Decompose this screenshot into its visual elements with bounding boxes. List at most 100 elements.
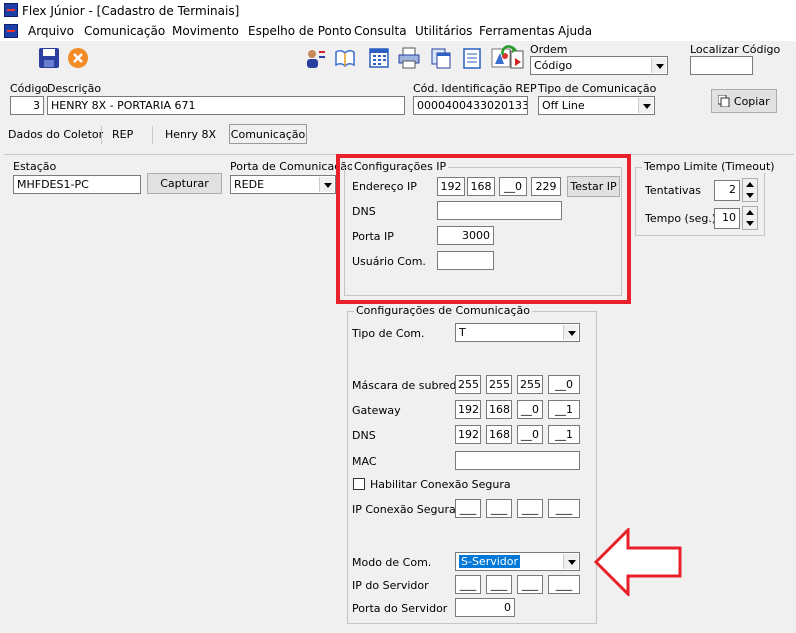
title-bar: Flex Júnior - [Cadastro de Terminais] xyxy=(0,0,796,22)
estacao-label: Estação xyxy=(13,160,57,173)
tipo-com-value: Off Line xyxy=(542,99,585,112)
ip-servidor-octet-3[interactable]: ___ xyxy=(517,575,543,594)
capturar-button[interactable]: Capturar xyxy=(147,173,222,194)
descricao-input[interactable]: HENRY 8X - PORTARIA 671 xyxy=(47,96,405,115)
ip-servidor-label: IP do Servidor xyxy=(352,579,429,592)
save-icon[interactable] xyxy=(38,47,60,69)
ip-seguro-octet-2[interactable]: ___ xyxy=(486,499,512,518)
ordem-label: Ordem xyxy=(530,43,568,56)
codigo-label: Código xyxy=(10,82,49,95)
tab-comunicacao[interactable]: Comunicação xyxy=(229,124,307,144)
modo-com-select[interactable]: S-Servidor xyxy=(455,552,580,571)
ip-seguro-label: IP Conexão Segura xyxy=(352,503,456,516)
menu-utilitarios[interactable]: Utilitários xyxy=(415,24,472,38)
copiar-button[interactable]: Copiar xyxy=(711,89,777,113)
chevron-down-icon[interactable] xyxy=(563,554,578,569)
menu-comunicacao[interactable]: Comunicação xyxy=(84,24,165,38)
users-icon[interactable] xyxy=(304,47,326,69)
menu-ferramentas[interactable]: Ferramentas xyxy=(479,24,555,38)
dns2-octet-1[interactable]: 192 xyxy=(455,425,481,444)
estacao-input[interactable]: MHFDES1-PC xyxy=(13,175,141,194)
porta-servidor-input[interactable]: 0 xyxy=(455,598,515,617)
porta-servidor-label: Porta do Servidor xyxy=(352,602,448,615)
tab-rep[interactable]: REP xyxy=(112,125,133,145)
tipo-com-label: Tipo de Comunicação xyxy=(538,82,657,95)
localizar-input[interactable] xyxy=(690,56,753,75)
habilitar-label: Habilitar Conexão Segura xyxy=(370,478,511,491)
tipo-com2-select[interactable]: T xyxy=(455,323,580,342)
habilitar-checkbox[interactable] xyxy=(353,478,365,490)
mascara-octet-2[interactable]: 255 xyxy=(486,375,512,394)
gateway-octet-2[interactable]: 168 xyxy=(486,400,512,419)
refresh-exit-icon[interactable] xyxy=(500,44,524,69)
tipo-com2-value: T xyxy=(459,326,466,339)
calendar-icon[interactable] xyxy=(368,47,390,69)
dns2-octet-2[interactable]: 168 xyxy=(486,425,512,444)
mac-input[interactable] xyxy=(455,451,580,470)
mascara-octet-1[interactable]: 255 xyxy=(455,375,481,394)
mac-label: MAC xyxy=(352,455,377,468)
tipo-com-select[interactable]: Off Line xyxy=(538,96,655,115)
config-com-title: Configurações de Comunicação xyxy=(354,304,532,317)
tab-henry-8x[interactable]: Henry 8X xyxy=(165,125,216,145)
tentativas-label: Tentativas xyxy=(645,184,701,197)
ordem-value: Código xyxy=(534,59,573,72)
ip-servidor-octet-4[interactable]: ___ xyxy=(548,575,580,594)
app-icon xyxy=(4,3,18,17)
ip-seguro-octet-4[interactable]: ___ xyxy=(548,499,580,518)
annotation-arrow-icon xyxy=(594,528,682,596)
tempo-input[interactable]: 10 xyxy=(714,208,740,229)
copy-icon xyxy=(717,94,730,108)
tab-divider xyxy=(101,126,102,144)
menu-espelho-ponto[interactable]: Espelho de Ponto xyxy=(248,24,352,38)
dns2-label: DNS xyxy=(352,429,376,442)
mdi-app-icon[interactable] xyxy=(4,24,18,38)
tempo-spinner[interactable] xyxy=(742,206,758,230)
gateway-octet-1[interactable]: 192 xyxy=(455,400,481,419)
tab-dados-coletor[interactable]: Dados do Coletor xyxy=(8,125,103,145)
descricao-label: Descrição xyxy=(47,82,102,95)
ip-servidor-octet-1[interactable]: ___ xyxy=(455,575,481,594)
ip-seguro-octet-1[interactable]: ___ xyxy=(455,499,481,518)
gateway-label: Gateway xyxy=(352,404,401,417)
mascara-label: Máscara de subrede xyxy=(352,379,464,392)
localizar-label: Localizar Código xyxy=(690,43,781,56)
mascara-octet-3[interactable]: 255 xyxy=(517,375,543,394)
menu-movimento[interactable]: Movimento xyxy=(172,24,239,38)
chevron-down-icon[interactable] xyxy=(651,58,666,73)
menu-bar: Arquivo Comunicação Movimento Espelho de… xyxy=(0,22,796,41)
menu-ajuda[interactable]: Ajuda xyxy=(558,24,592,38)
document-icon[interactable] xyxy=(461,47,483,69)
copy-window-icon[interactable] xyxy=(430,47,452,69)
modo-com-label: Modo de Com. xyxy=(352,556,432,569)
dns2-octet-4[interactable]: __1 xyxy=(548,425,580,444)
cod-rep-input[interactable]: 00004004330201331 xyxy=(413,96,528,115)
gateway-octet-4[interactable]: __1 xyxy=(548,400,580,419)
book-icon[interactable] xyxy=(334,47,356,69)
tentativas-input[interactable]: 2 xyxy=(714,180,740,201)
ordem-select[interactable]: Código xyxy=(530,56,668,75)
codigo-input[interactable]: 3 xyxy=(10,96,44,115)
highlight-rectangle xyxy=(336,154,631,304)
porta-select[interactable]: REDE xyxy=(230,175,336,194)
copiar-label: Copiar xyxy=(733,95,770,108)
gateway-octet-3[interactable]: __0 xyxy=(517,400,543,419)
porta-value: REDE xyxy=(234,178,265,191)
modo-com-value: S-Servidor xyxy=(459,555,521,568)
timeout-title: Tempo Limite (Timeout) xyxy=(642,160,777,173)
cancel-icon[interactable] xyxy=(67,47,89,69)
dns2-octet-3[interactable]: __0 xyxy=(517,425,543,444)
chevron-down-icon[interactable] xyxy=(319,177,334,192)
chevron-down-icon[interactable] xyxy=(638,98,653,113)
tentativas-spinner[interactable] xyxy=(742,178,758,202)
menu-arquivo[interactable]: Arquivo xyxy=(28,24,74,38)
ip-servidor-octet-2[interactable]: ___ xyxy=(486,575,512,594)
chevron-down-icon[interactable] xyxy=(563,325,578,340)
ip-seguro-octet-3[interactable]: ___ xyxy=(517,499,543,518)
printer-icon[interactable] xyxy=(398,47,420,69)
menu-consulta[interactable]: Consulta xyxy=(354,24,407,38)
tab-divider xyxy=(152,126,153,144)
tempo-label: Tempo (seg.) xyxy=(645,212,717,225)
mascara-octet-4[interactable]: __0 xyxy=(548,375,580,394)
tipo-com2-label: Tipo de Com. xyxy=(352,327,425,340)
